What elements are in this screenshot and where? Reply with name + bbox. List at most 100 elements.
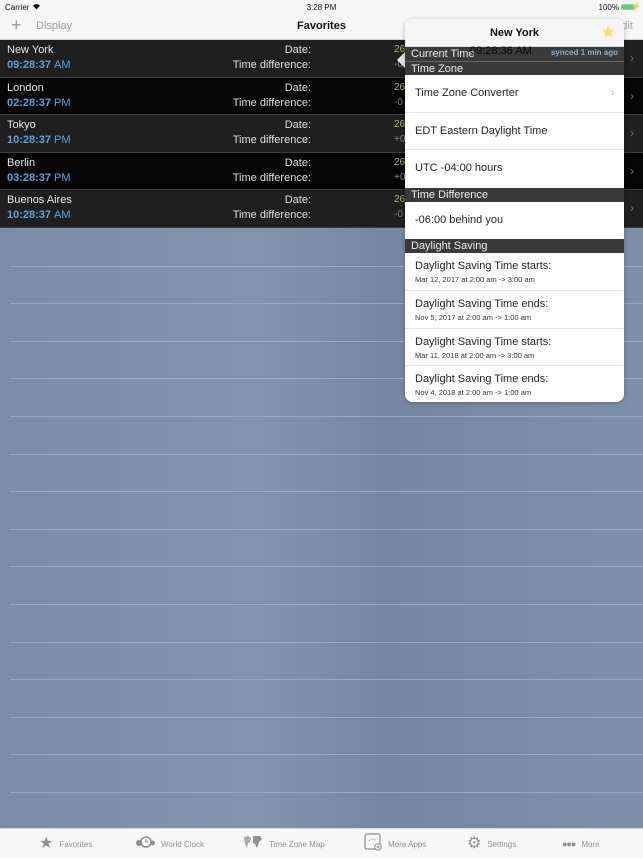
gear-icon: ⚙ bbox=[467, 835, 482, 852]
dst-entry: Daylight Saving Time ends: Nov 4, 2018 a… bbox=[405, 366, 624, 402]
date-value: 26 bbox=[394, 156, 406, 168]
dst-entry: Daylight Saving Time starts: Mar 11, 201… bbox=[405, 329, 624, 366]
ampm: PM bbox=[54, 96, 71, 109]
time-difference-value: +0 bbox=[394, 134, 406, 146]
section-header-time-difference: Time Difference bbox=[405, 188, 624, 202]
tab-label: Favorites bbox=[59, 839, 93, 849]
time-value: 09:28:37 bbox=[7, 59, 52, 71]
popover-arrow bbox=[397, 52, 405, 68]
section-title: Daylight Saving bbox=[411, 240, 488, 252]
date-value: 26 bbox=[394, 119, 406, 131]
dst-title: Daylight Saving Time ends: bbox=[415, 373, 549, 385]
battery-percent: 100% bbox=[598, 3, 619, 12]
background-rule-line bbox=[10, 754, 643, 756]
section-title: Current Time bbox=[411, 48, 475, 60]
synced-status: synced 1 min ago bbox=[550, 48, 618, 57]
time-difference-value: -0 bbox=[394, 96, 403, 108]
background-rule-line bbox=[10, 453, 643, 455]
tab-more-apps[interactable]: More Apps bbox=[364, 829, 426, 858]
city-name: New York bbox=[7, 44, 54, 56]
background-rule-line bbox=[10, 641, 643, 643]
current-time-value: 09:28:36 AM bbox=[470, 45, 532, 57]
tab-bar: ★ Favorites World Clock Time Zone Map Mo… bbox=[0, 828, 643, 858]
world-clock-icon bbox=[135, 836, 155, 852]
background-rule-line bbox=[10, 528, 643, 530]
tab-settings[interactable]: ⚙ Settings bbox=[467, 829, 516, 858]
date-label: Date: bbox=[284, 44, 311, 56]
date-value: 26 bbox=[394, 81, 406, 93]
tab-favorites[interactable]: ★ Favorites bbox=[39, 829, 92, 858]
popover-header: New York ★ bbox=[405, 19, 624, 47]
timezone-name-cell: EDT Eastern Daylight Time bbox=[405, 113, 624, 150]
chevron-right-icon: › bbox=[630, 88, 634, 103]
ampm: PM bbox=[54, 171, 71, 184]
time-zone-converter-cell[interactable]: Time Zone Converter › bbox=[405, 75, 624, 113]
star-icon: ★ bbox=[39, 835, 54, 852]
status-time: 3:28 PM bbox=[306, 3, 337, 12]
cell-label: Time Zone Converter bbox=[415, 87, 519, 99]
background-rule-line bbox=[10, 491, 643, 493]
background-rule-line bbox=[10, 604, 643, 605]
background-rule-line bbox=[10, 716, 643, 718]
city-time: 10:28:37 AM bbox=[7, 209, 71, 221]
time-difference-label: Time difference: bbox=[232, 171, 311, 184]
tab-label: Settings bbox=[487, 839, 517, 849]
time-difference-value: +0 bbox=[394, 171, 406, 183]
cell-label: UTC -04:00 hours bbox=[415, 162, 503, 174]
ellipsis-icon: ●●● bbox=[562, 839, 576, 849]
section-title: Time Zone bbox=[411, 63, 464, 75]
tab-label: More bbox=[581, 839, 600, 849]
city-detail-popover: New York ★ Current Time 09:28:36 AM sync… bbox=[405, 19, 624, 402]
city-time: 09:28:37 AM bbox=[7, 59, 71, 71]
ampm: AM bbox=[54, 59, 71, 71]
section-title: Time Difference bbox=[411, 189, 489, 201]
time-value: 10:28:37 bbox=[7, 134, 52, 147]
date-label: Date: bbox=[284, 119, 311, 132]
more-apps-icon bbox=[364, 833, 382, 855]
dst-entry: Daylight Saving Time starts: Mar 12, 201… bbox=[405, 253, 624, 291]
time-difference-value: -0 bbox=[394, 209, 403, 221]
popover-title: New York bbox=[489, 27, 540, 39]
dst-title: Daylight Saving Time starts: bbox=[415, 260, 552, 272]
dst-detail: Mar 12, 2017 at 2:00 am -> 3:00 am bbox=[415, 275, 535, 284]
time-difference-cell: -06:00 behind you bbox=[405, 202, 624, 239]
dst-entry: Daylight Saving Time ends: Nov 5, 2017 a… bbox=[405, 291, 624, 329]
dst-detail: Nov 4, 2018 at 2:00 am -> 1:00 am bbox=[415, 388, 532, 397]
dst-title: Daylight Saving Time starts: bbox=[415, 336, 552, 348]
city-name: Buenos Aires bbox=[7, 194, 72, 207]
time-value: 03:28:37 bbox=[7, 171, 52, 184]
cell-label: EDT Eastern Daylight Time bbox=[415, 125, 548, 137]
charging-icon: ⚡ bbox=[631, 2, 641, 11]
time-value: 10:28:37 bbox=[7, 209, 52, 222]
city-name: London bbox=[7, 81, 44, 94]
background-rule-line bbox=[10, 679, 643, 681]
cell-label: -06:00 behind you bbox=[415, 214, 504, 226]
date-label: Date: bbox=[284, 194, 311, 207]
tab-label: World Clock bbox=[161, 839, 204, 849]
time-difference-label: Time difference: bbox=[232, 134, 311, 147]
map-icon bbox=[243, 834, 263, 854]
background-rule-line bbox=[10, 566, 643, 568]
city-name: Berlin bbox=[7, 156, 36, 169]
ampm: AM bbox=[54, 209, 71, 222]
city-name: Tokyo bbox=[7, 119, 36, 132]
dst-detail: Nov 5, 2017 at 2:00 am -> 1:00 am bbox=[415, 313, 532, 322]
city-time: 02:28:37 PM bbox=[7, 97, 71, 109]
status-bar: Carrier 3:28 PM 100% ⚡ bbox=[0, 0, 643, 14]
tab-time-zone-map[interactable]: Time Zone Map bbox=[243, 829, 325, 858]
tab-more[interactable]: ●●● More bbox=[562, 829, 600, 858]
chevron-right-icon: › bbox=[611, 85, 615, 99]
dst-title: Daylight Saving Time ends: bbox=[415, 298, 549, 310]
time-difference-label: Time difference: bbox=[232, 96, 311, 109]
time-difference-label: Time difference: bbox=[232, 59, 311, 71]
date-label: Date: bbox=[284, 81, 311, 94]
city-time: 10:28:37 PM bbox=[7, 134, 71, 146]
tab-label: Time Zone Map bbox=[269, 839, 325, 849]
background-rule-line bbox=[10, 792, 643, 793]
chevron-right-icon: › bbox=[630, 201, 634, 216]
time-value: 02:28:37 bbox=[7, 96, 52, 109]
dst-detail: Mar 11, 2018 at 2:00 am -> 3:00 am bbox=[415, 351, 535, 360]
star-icon[interactable]: ★ bbox=[602, 23, 615, 41]
tab-world-clock[interactable]: World Clock bbox=[135, 829, 204, 858]
city-time: 03:28:37 PM bbox=[7, 172, 71, 184]
